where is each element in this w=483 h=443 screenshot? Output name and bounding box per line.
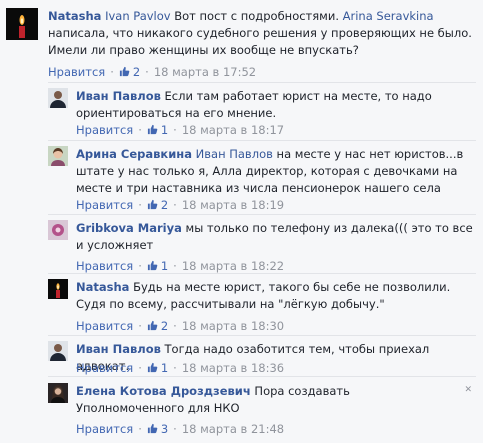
divider [48, 140, 476, 141]
thumbs-up-icon [119, 66, 130, 77]
like-button[interactable]: Нравится [76, 198, 133, 212]
separator: · [138, 318, 142, 333]
separator: · [173, 421, 177, 436]
mention-link[interactable]: Ivan Pavlov [105, 9, 171, 23]
separator: · [173, 318, 177, 333]
like-count[interactable]: 3 [161, 422, 168, 436]
comment-timestamp[interactable]: 18 марта в 18:19 [182, 198, 284, 212]
thumbs-up-icon [147, 124, 158, 135]
thumbs-up-icon [147, 199, 158, 210]
divider [48, 335, 476, 336]
separator: · [173, 197, 177, 212]
thumbs-up-icon [147, 320, 158, 331]
candle-avatar[interactable] [48, 279, 68, 299]
like-button[interactable]: Нравится [76, 123, 133, 137]
mention-link[interactable]: Иван Павлов [196, 147, 273, 161]
like-button[interactable]: Нравится [76, 361, 133, 375]
candle-avatar[interactable] [6, 8, 38, 40]
comment-actions: Нравится · 2 · 18 марта в 18:19 [76, 197, 284, 212]
comment-actions: Нравится · 3 · 18 марта в 21:48 [76, 421, 284, 436]
like-button[interactable]: Нравится [48, 65, 105, 79]
separator: · [173, 360, 177, 375]
comment-text: написала, что никакого судебного решения… [48, 26, 472, 57]
divider [48, 214, 476, 215]
man-portrait-avatar[interactable] [48, 341, 68, 361]
like-count[interactable]: 2 [133, 65, 140, 79]
like-count[interactable]: 2 [161, 198, 168, 212]
separator: · [110, 64, 114, 79]
comment-actions: Нравится · 2 · 18 марта в 18:30 [76, 318, 284, 333]
comment-author[interactable]: Gribkova Mariya [76, 221, 182, 235]
like-button[interactable]: Нравится [76, 259, 133, 273]
comment-timestamp[interactable]: 18 марта в 18:30 [182, 319, 284, 333]
comment-actions: Нравится · 2 · 18 марта в 17:52 [48, 64, 256, 79]
divider [48, 376, 476, 377]
reply: Иван Павлов Тогда надо озаботится тем, ч… [48, 341, 476, 375]
comment-thread: Natasha Ivan Pavlov Вот пост с подробнос… [0, 0, 483, 443]
comment-timestamp[interactable]: 18 марта в 18:36 [182, 361, 284, 375]
man-portrait-avatar[interactable] [48, 88, 68, 108]
reply: Иван Павлов Если там работает юрист на м… [48, 88, 476, 138]
separator: · [145, 64, 149, 79]
separator: · [173, 258, 177, 273]
comment: Natasha Ivan Pavlov Вот пост с подробнос… [6, 8, 476, 82]
like-count[interactable]: 1 [161, 259, 168, 273]
divider [48, 273, 476, 274]
like-button[interactable]: Нравится [76, 422, 133, 436]
comment-author[interactable]: Иван Павлов [76, 89, 161, 103]
reply: Арина Серавкина Иван Павлов на месте у н… [48, 146, 476, 212]
comment-text: Будь на месте юрист, такого бы себе не п… [76, 280, 451, 311]
like-count[interactable]: 1 [161, 123, 168, 137]
thumbs-up-icon [147, 260, 158, 271]
comment-timestamp[interactable]: 18 марта в 17:52 [154, 65, 256, 79]
thumbs-up-icon [147, 362, 158, 373]
woman-portrait-avatar[interactable] [48, 146, 68, 166]
comment-timestamp[interactable]: 18 марта в 21:48 [182, 422, 284, 436]
reply: Natasha Будь на месте юрист, такого бы с… [48, 279, 476, 333]
comment-author[interactable]: Елена Котова Дроздзевич [76, 384, 251, 398]
comment-actions: Нравится · 1 · 18 марта в 18:17 [76, 122, 284, 137]
like-count[interactable]: 2 [161, 319, 168, 333]
separator: · [138, 258, 142, 273]
comment-author[interactable]: Natasha [76, 280, 129, 294]
comment-actions: Нравится · 1 · 18 марта в 18:22 [76, 258, 284, 273]
close-icon[interactable]: ✕ [464, 385, 472, 395]
reply: Елена Котова Дроздзевич Пора создавать У… [48, 383, 476, 439]
comment-author[interactable]: Natasha [48, 9, 101, 23]
comment-timestamp[interactable]: 18 марта в 18:17 [182, 123, 284, 137]
separator: · [138, 122, 142, 137]
comment-text: Вот пост с подробностями. [170, 9, 343, 23]
woman-dark-avatar[interactable] [48, 383, 68, 403]
like-button[interactable]: Нравится [76, 319, 133, 333]
comment-author[interactable]: Арина Серавкина [76, 147, 192, 161]
reply: Gribkova Mariya мы только по телефону из… [48, 220, 476, 273]
like-count[interactable]: 1 [161, 361, 168, 375]
flower-avatar[interactable] [48, 220, 68, 240]
separator: · [138, 421, 142, 436]
divider [48, 82, 476, 83]
separator: · [173, 122, 177, 137]
separator: · [138, 197, 142, 212]
comment-author[interactable]: Иван Павлов [76, 342, 161, 356]
comment-actions: Нравится · 1 · 18 марта в 18:36 [76, 360, 284, 375]
comment-timestamp[interactable]: 18 марта в 18:22 [182, 259, 284, 273]
thumbs-up-icon [147, 423, 158, 434]
mention-link[interactable]: Arina Seravkina [343, 9, 434, 23]
separator: · [138, 360, 142, 375]
